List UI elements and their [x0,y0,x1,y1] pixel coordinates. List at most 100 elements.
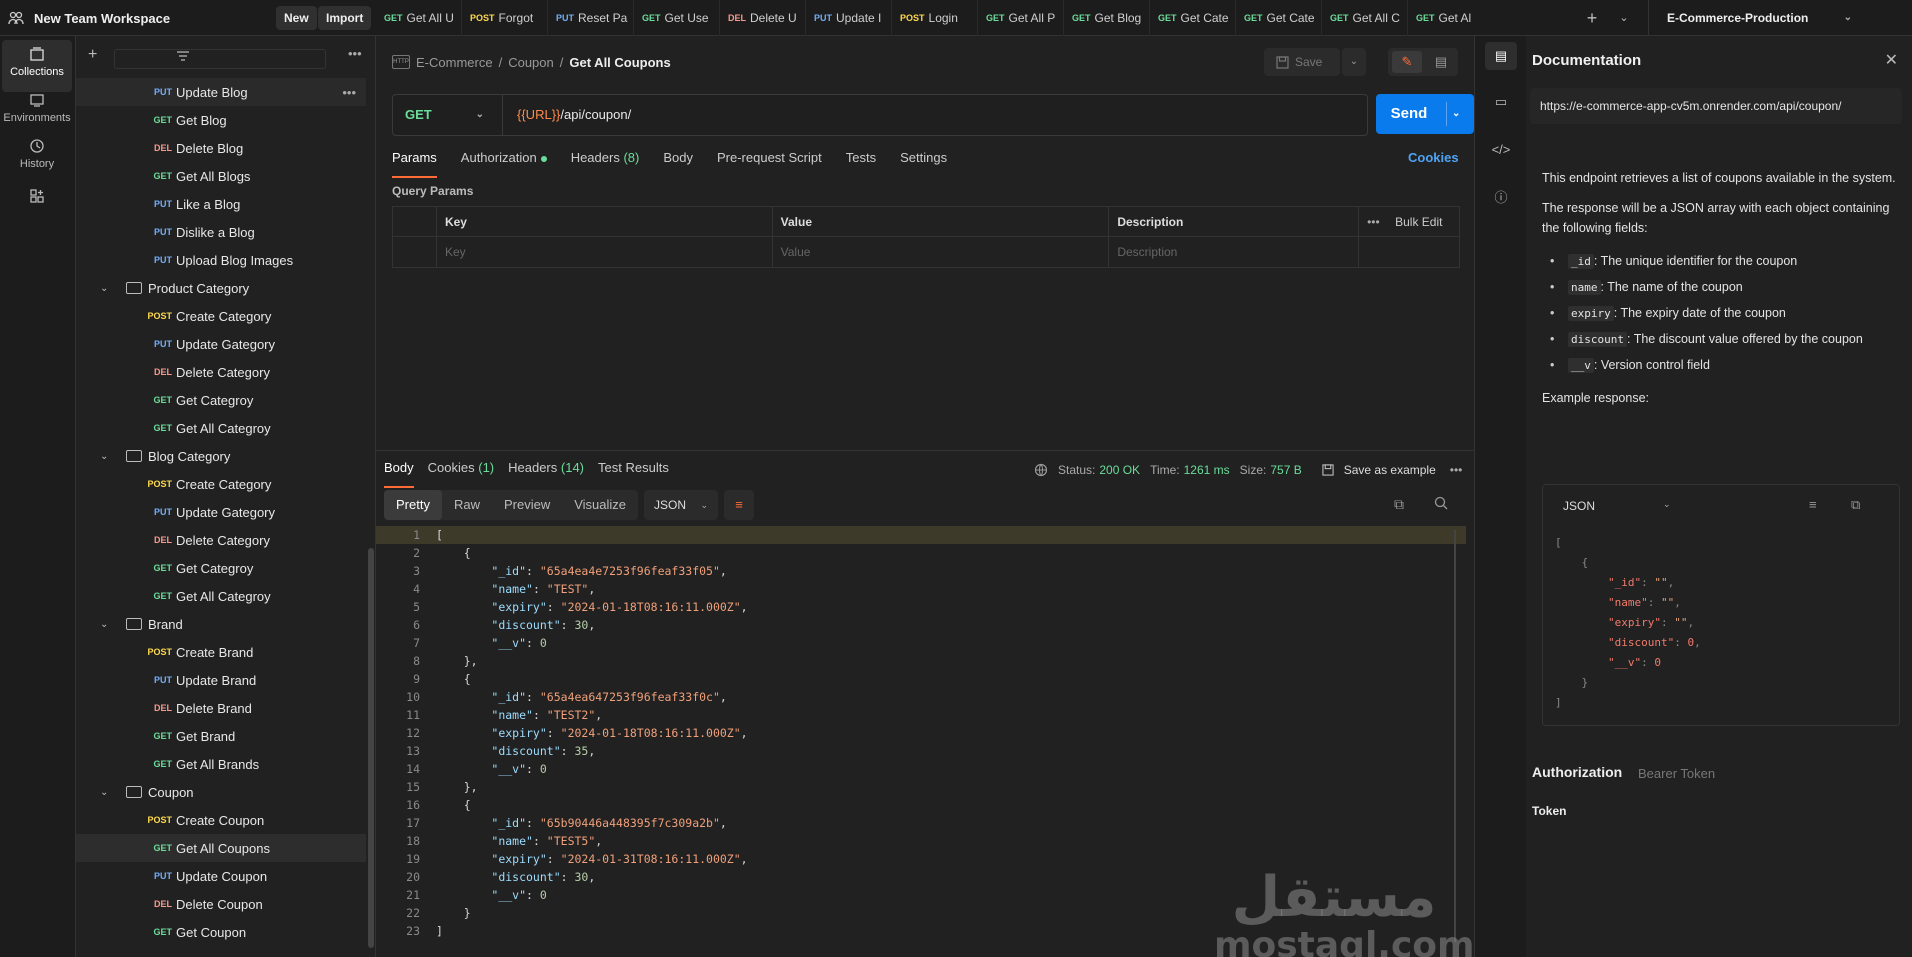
code-scrollbar[interactable] [1454,530,1456,942]
folder-item[interactable]: ⌄ Product Category [76,274,366,302]
save-button[interactable]: Save [1264,48,1340,76]
folder-item[interactable]: ⌄ Blog Category [76,442,366,470]
request-tab[interactable]: GET Get All U [376,0,462,36]
copy-icon[interactable]: ⧉ [1851,497,1860,513]
request-tab[interactable]: PUT Reset Pa [548,0,634,36]
time-value[interactable]: 1261 ms [1184,463,1230,477]
request-item[interactable]: PUT Update Gategory [76,498,366,526]
request-tab[interactable]: GET Get All C [1322,0,1408,36]
request-title[interactable]: Get All Coupons [569,55,670,70]
cookies-link[interactable]: Cookies [1408,150,1459,165]
value-input[interactable]: Value [773,237,1110,267]
tab-settings[interactable]: Settings [900,148,947,178]
request-item[interactable]: PUT Update Coupon [76,862,366,890]
format-tab-raw[interactable]: Raw [442,490,492,520]
network-globe-icon[interactable] [1034,463,1048,477]
request-item[interactable]: POST Create Brand [76,638,366,666]
request-tab[interactable]: POST Login [892,0,978,36]
format-tab-pretty[interactable]: Pretty [384,490,442,520]
breadcrumb-collection[interactable]: E-Commerce [416,55,493,70]
request-item[interactable]: GET Get Brand [76,722,366,750]
request-item[interactable]: GET Get All Categroy [76,582,366,610]
size-value[interactable]: 757 B [1270,463,1301,477]
request-item[interactable]: DEL Delete Category [76,358,366,386]
request-item[interactable]: PUT Update Brand [76,666,366,694]
import-button[interactable]: Import [318,6,372,30]
info-icon[interactable]: ⓘ [1485,184,1517,212]
wrap-lines-icon[interactable]: ≡ [1809,497,1817,512]
send-options-chevron-icon[interactable]: ⌄ [1452,94,1460,134]
tab-params[interactable]: Params [392,148,437,178]
request-item[interactable]: PUT Like a Blog [76,190,366,218]
request-item[interactable]: POST Create Coupon [76,806,366,834]
rail-environments[interactable]: Environments [2,86,72,138]
request-tab[interactable]: DEL Delete U [720,0,806,36]
request-item[interactable]: GET Get Blog [76,106,366,134]
status-value[interactable]: 200 OK [1099,463,1140,477]
request-item[interactable]: GET Get Coupon [76,918,366,946]
format-tab-visualize[interactable]: Visualize [562,490,638,520]
response-divider[interactable] [376,450,1474,451]
search-icon[interactable] [1434,496,1448,510]
request-item[interactable]: PUT Upload Blog Images [76,246,366,274]
comments-icon[interactable]: ▤ [1426,51,1456,73]
workspace-switcher[interactable]: New Team Workspace [8,8,170,28]
tabs-overflow-chevron-icon[interactable]: ⌄ [1614,8,1634,28]
tab-body[interactable]: Body [663,148,693,178]
tab-pre-request-script[interactable]: Pre-request Script [717,148,822,178]
request-item[interactable]: POST Create Category [76,470,366,498]
request-tab[interactable]: GET Get Cate [1236,0,1322,36]
chevron-down-icon[interactable]: ⌄ [100,787,114,798]
request-item[interactable]: GET Get All Categroy [76,414,366,442]
request-tab[interactable]: GET Get All P [978,0,1064,36]
rail-collections[interactable]: Collections [2,40,72,92]
response-tab-headers[interactable]: Headers (14) [508,458,584,488]
request-item[interactable]: DEL Delete Coupon [76,890,366,918]
request-item[interactable]: GET Get All Brands [76,750,366,778]
request-item[interactable]: GET Get Categroy [76,554,366,582]
copy-icon[interactable]: ⧉ [1394,496,1404,513]
request-tab[interactable]: GET Get Use [634,0,720,36]
request-item[interactable]: GET Get All Blogs [76,162,366,190]
add-collection-plus-icon[interactable]: + [88,46,97,64]
format-tab-preview[interactable]: Preview [492,490,562,520]
folder-item[interactable]: ⌄ Coupon [76,778,366,806]
response-tab-test-results[interactable]: Test Results [598,458,669,488]
save-as-example-button[interactable]: Save as example [1344,463,1436,477]
request-item[interactable]: DEL Delete Category [76,526,366,554]
chevron-down-icon[interactable]: ⌄ [100,283,114,294]
example-language[interactable]: JSON [1563,499,1595,513]
language-select[interactable]: JSON ⌄ [644,490,719,520]
close-icon[interactable]: ✕ [1885,50,1898,70]
request-tab[interactable]: GET Get Cate [1150,0,1236,36]
tab-headers[interactable]: Headers (8) [571,148,640,178]
url-input[interactable]: {{URL}}/api/coupon/ [517,95,631,135]
tab-tests[interactable]: Tests [846,148,876,178]
request-item[interactable]: PUT Update Blog ••• [76,78,366,106]
request-item[interactable]: DEL Delete Brand [76,694,366,722]
request-tab[interactable]: POST Forgot [462,0,548,36]
request-tab[interactable]: GET Get Blog [1064,0,1150,36]
new-button[interactable]: New [276,6,317,30]
tab-authorization[interactable]: Authorization [461,148,547,178]
sidebar-scrollbar[interactable] [368,548,374,948]
more-options-icon[interactable]: ••• [342,85,356,100]
environment-selector[interactable]: E-Commerce-Production ⌄ [1648,0,1912,36]
comments-icon[interactable]: ▭ [1485,88,1517,116]
code-icon[interactable]: </> [1485,136,1517,164]
response-tab-cookies[interactable]: Cookies (1) [428,458,494,488]
breadcrumb-folder[interactable]: Coupon [508,55,554,70]
new-tab-plus-icon[interactable]: + [1582,8,1602,28]
rail-history[interactable]: History [2,132,72,184]
response-tab-body[interactable]: Body [384,458,414,488]
send-button[interactable]: Send ⌄ [1376,94,1474,134]
documentation-icon[interactable]: ▤ [1485,42,1517,70]
chevron-down-icon[interactable]: ⌄ [100,619,114,630]
method-select[interactable]: GET ⌄ [393,95,503,135]
more-options-icon[interactable]: ••• [1367,207,1380,237]
bulk-edit-button[interactable]: Bulk Edit [1395,207,1442,237]
request-item[interactable]: DEL Delete Blog [76,134,366,162]
more-options-icon[interactable]: ••• [1450,463,1463,477]
rail-configure[interactable] [2,182,72,212]
folder-item[interactable]: ⌄ Brand [76,610,366,638]
